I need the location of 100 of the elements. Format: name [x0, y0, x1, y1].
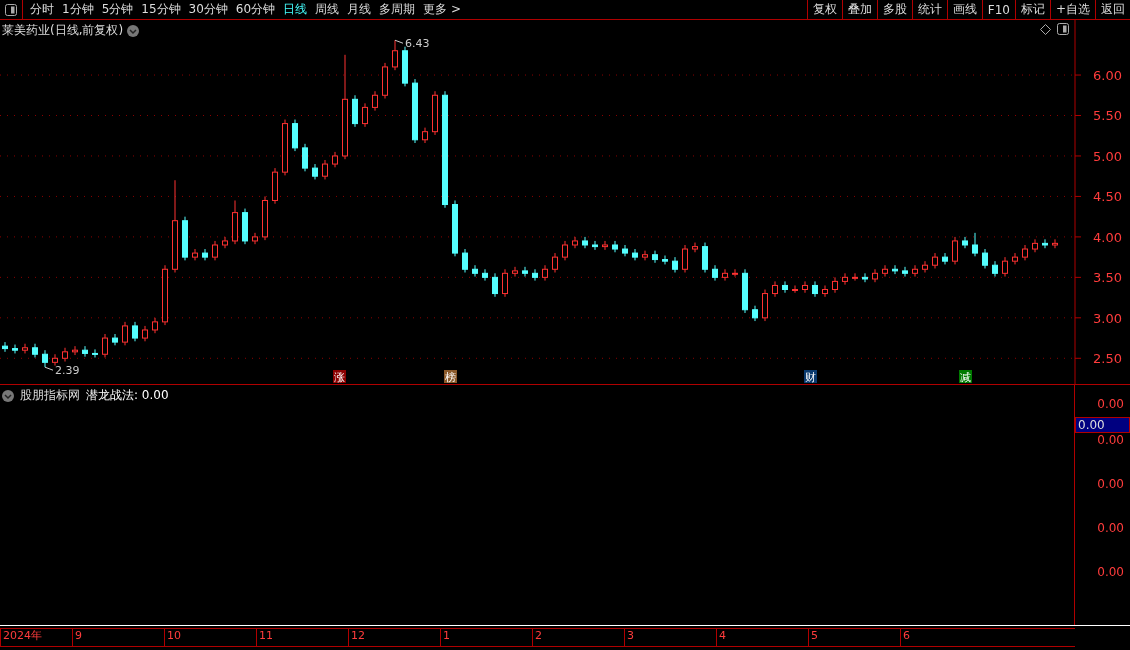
candle: [622, 244, 628, 257]
candle: [942, 252, 948, 265]
candle: [742, 268, 748, 314]
chart-title: 莱美药业(日线,前复权): [2, 22, 124, 39]
panel-toggle-icon[interactable]: [5, 3, 17, 16]
candle: [12, 344, 18, 354]
candle: [482, 268, 488, 282]
candle: [502, 268, 508, 298]
date-label: 10: [164, 629, 256, 646]
candle: [122, 321, 128, 346]
chevron-down-icon[interactable]: [127, 24, 140, 37]
period-tab[interactable]: 15分钟: [137, 1, 185, 18]
toolbar-button[interactable]: 返回: [1095, 0, 1130, 19]
candle: [882, 264, 888, 278]
date-label: 2: [532, 629, 624, 646]
candle: [92, 348, 98, 358]
period-tab[interactable]: 多周期: [375, 1, 420, 18]
toolbar-button[interactable]: +自选: [1049, 0, 1095, 19]
candle: [1032, 238, 1038, 253]
candle: [982, 248, 988, 269]
period-tab[interactable]: 月线: [343, 1, 376, 18]
axis-label: 4.50: [1093, 189, 1122, 205]
event-badge[interactable]: 财: [804, 370, 817, 384]
date-label: 9: [72, 629, 164, 646]
period-tab[interactable]: 5分钟: [97, 1, 138, 18]
date-label: 2024年: [0, 629, 72, 646]
candle: [192, 248, 198, 261]
date-label: 5: [808, 629, 900, 646]
candle: [612, 240, 618, 253]
date-label: 6: [900, 629, 992, 646]
period-tab[interactable]: 1分钟: [58, 1, 98, 18]
candle: [772, 280, 778, 298]
toolbar-button[interactable]: 复权: [806, 0, 842, 19]
toolbar-button[interactable]: F10: [981, 0, 1015, 19]
event-badge[interactable]: 榜: [444, 370, 457, 384]
toolbar-button[interactable]: 画线: [946, 0, 982, 19]
axis-label: 3.00: [1093, 310, 1122, 326]
candle: [692, 242, 698, 253]
candle: [812, 280, 818, 298]
candle: [302, 143, 308, 172]
toolbar-button[interactable]: 统计: [911, 0, 947, 19]
axis-label: 5.50: [1093, 108, 1122, 124]
candle: [62, 347, 68, 363]
candle: [572, 236, 578, 249]
chevron-down-icon[interactable]: [2, 389, 14, 402]
candle: [472, 264, 478, 278]
candle: [312, 163, 318, 180]
candle: [1052, 238, 1058, 249]
candle: [102, 333, 108, 358]
candle: [562, 240, 568, 261]
candle: [142, 325, 148, 342]
candle: [542, 264, 548, 282]
axis-label: 0.00: [1097, 521, 1125, 537]
candle: [412, 78, 418, 144]
period-tab[interactable]: 日线: [279, 1, 312, 18]
candle: [1002, 256, 1008, 278]
axis-label: 0.00: [1097, 565, 1125, 581]
period-tab[interactable]: 30分钟: [184, 1, 232, 18]
axis-label: 0.00: [1097, 397, 1125, 413]
axis-label: 4.00: [1093, 229, 1122, 245]
candle: [722, 268, 728, 282]
candle: [902, 266, 908, 278]
candle: [1022, 244, 1028, 261]
panel-icon[interactable]: [1057, 23, 1069, 35]
event-badge[interactable]: 减: [959, 370, 972, 384]
event-badge[interactable]: 涨: [333, 370, 346, 384]
current-value: 0.00: [1075, 417, 1130, 433]
candle: [532, 268, 538, 282]
diamond-icon[interactable]: [1040, 23, 1051, 35]
toolbar-button[interactable]: 标记: [1014, 0, 1050, 19]
candle: [822, 284, 828, 298]
candle: [932, 252, 938, 269]
toolbar-button[interactable]: 多股: [876, 0, 912, 19]
date-label: 11: [256, 629, 348, 646]
candle: [462, 248, 468, 273]
candle: [782, 280, 788, 294]
period-tab[interactable]: 分时: [26, 1, 58, 18]
candle: [132, 321, 138, 342]
toolbar-button[interactable]: 叠加: [841, 0, 877, 19]
candle: [512, 266, 518, 278]
candle: [672, 256, 678, 273]
candle: [322, 159, 328, 180]
candle: [112, 333, 118, 346]
candle: [72, 345, 78, 356]
candle: [522, 266, 528, 278]
candle: [802, 280, 808, 294]
candle: [752, 305, 758, 322]
candle: [382, 62, 388, 99]
period-tab[interactable]: 更多 >: [419, 1, 465, 18]
candle: [292, 119, 298, 152]
candle: [492, 272, 498, 298]
candle: [52, 353, 58, 367]
axis-label: 0.00: [1097, 433, 1125, 449]
period-tab[interactable]: 周线: [311, 1, 344, 18]
candle: [452, 200, 458, 257]
candle: [242, 208, 248, 245]
candle: [862, 272, 868, 283]
period-tab[interactable]: 60分钟: [231, 1, 280, 18]
candle: [262, 195, 268, 241]
candle: [922, 260, 928, 273]
